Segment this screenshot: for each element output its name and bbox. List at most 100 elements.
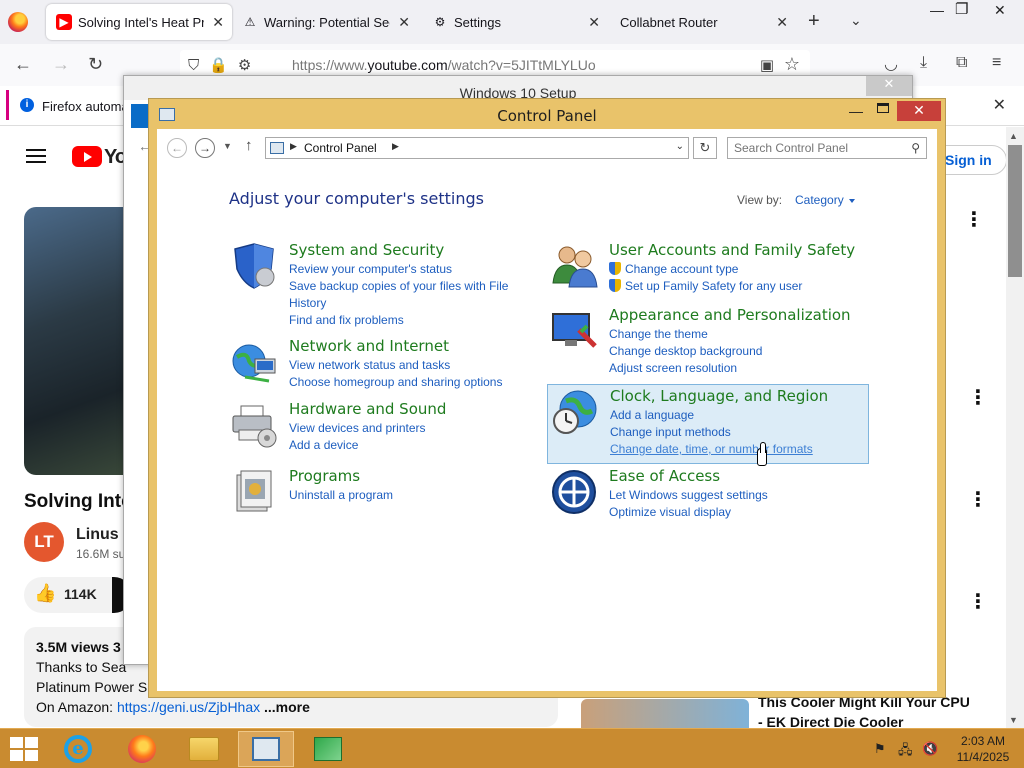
bookmark-star-icon[interactable]: ☆ (784, 54, 800, 75)
up-arrow-icon[interactable]: ↑ (245, 137, 253, 154)
firefox-logo-icon[interactable] (8, 12, 28, 32)
refresh-button[interactable]: ↻ (693, 137, 717, 159)
tab-settings[interactable]: ⚙ Settings ✕ (422, 4, 608, 40)
system-clock[interactable]: 2:03 AM 11/4/2025 (950, 733, 1016, 765)
search-box[interactable]: ⚲ (727, 137, 927, 159)
tab-collabnet-router[interactable]: Collabnet Router ✕ (610, 4, 796, 40)
recent-locations-icon[interactable]: ▼ (223, 141, 232, 151)
chevron-down-icon[interactable]: ⌄ (676, 141, 684, 152)
category-link[interactable]: Add a device (289, 437, 519, 454)
download-icon[interactable]: ⤓ (920, 54, 927, 72)
category-link[interactable]: Find and fix problems (289, 312, 519, 329)
taskbar-control-panel[interactable] (238, 731, 294, 767)
volume-muted-icon[interactable]: 🔇 (922, 741, 938, 757)
picture-in-picture-icon[interactable]: ▣ (760, 56, 774, 74)
taskbar-firefox[interactable] (114, 731, 170, 767)
category-title[interactable]: Clock, Language, and Region (610, 387, 828, 405)
users-icon[interactable] (549, 241, 599, 291)
maximize-icon[interactable] (877, 103, 889, 113)
start-button[interactable] (10, 737, 40, 761)
show-more-link[interactable]: ...more (260, 699, 310, 715)
close-icon[interactable]: ✕ (776, 14, 788, 31)
more-options-icon[interactable]: ⋮ (968, 589, 988, 614)
monitor-paint-icon[interactable] (549, 306, 599, 356)
forward-arrow-icon[interactable]: → (195, 138, 215, 158)
hamburger-menu-icon[interactable] (26, 149, 46, 163)
channel-avatar[interactable]: LT (24, 522, 64, 562)
restore-icon[interactable]: ❐ (955, 0, 968, 18)
taskbar-windows-setup[interactable] (300, 731, 356, 767)
minimize-icon[interactable]: — (849, 103, 863, 119)
close-icon[interactable]: ✕ (993, 95, 1006, 115)
scrollbar-thumb[interactable] (1008, 145, 1022, 277)
close-icon[interactable]: ✕ (866, 76, 912, 96)
close-icon[interactable]: ✕ (212, 14, 224, 31)
address-bar[interactable]: ▶ Control Panel ▶ ⌄ (265, 137, 689, 159)
reload-icon[interactable]: ↻ (88, 54, 103, 75)
control-panel-window[interactable]: Control Panel — ✕ ← → ▼ ↑ ▶ Control Pane… (148, 98, 946, 698)
close-icon[interactable]: ✕ (994, 2, 1006, 19)
youtube-logo-icon[interactable] (72, 146, 102, 167)
taskbar-internet-explorer[interactable]: e (50, 731, 106, 767)
search-input[interactable] (734, 141, 904, 155)
network-globe-icon[interactable] (229, 337, 279, 387)
view-by-dropdown[interactable]: Category (795, 193, 855, 207)
category-link[interactable]: Change date, time, or number formats (610, 441, 840, 458)
category-clock-language-and-region[interactable]: Clock, Language, and Region Add a langua… (547, 384, 869, 464)
clock-globe-icon[interactable] (550, 387, 600, 437)
more-options-icon[interactable]: ⋮ (968, 487, 988, 512)
taskbar-file-explorer[interactable] (176, 731, 232, 767)
category-link[interactable]: Choose homegroup and sharing options (289, 374, 519, 391)
category-link[interactable]: Change input methods (610, 424, 840, 441)
category-title[interactable]: Appearance and Personalization (609, 306, 851, 324)
close-icon[interactable]: ✕ (588, 14, 600, 31)
network-icon[interactable]: 🖧 (898, 741, 913, 763)
scroll-up-icon[interactable]: ▲ (1009, 131, 1018, 141)
site-security-icons[interactable]: ⛉🔒⚙ (188, 56, 261, 74)
tab-warning[interactable]: ⚠ Warning: Potential Secu ✕ (232, 4, 418, 40)
category-title[interactable]: Network and Internet (289, 337, 449, 355)
category-link[interactable]: Change account type (609, 261, 839, 278)
category-link[interactable]: Add a language (610, 407, 840, 424)
url-text[interactable]: https://www.youtube.com/watch?v=5JITtMLY… (292, 57, 596, 73)
chevron-right-icon[interactable]: ▶ (392, 141, 399, 152)
close-icon[interactable]: ✕ (398, 14, 410, 31)
category-link[interactable]: View network status and tasks (289, 357, 519, 374)
category-link[interactable]: Change the theme (609, 326, 839, 343)
category-link[interactable]: Change desktop background (609, 343, 839, 360)
action-center-flag-icon[interactable]: ⚑ (874, 741, 886, 757)
category-link[interactable]: Adjust screen resolution (609, 360, 839, 377)
category-link[interactable]: Let Windows suggest settings (609, 487, 839, 504)
category-link[interactable]: Save backup copies of your files with Fi… (289, 278, 519, 312)
window-title-bar[interactable]: Control Panel — ✕ (149, 99, 945, 129)
category-link[interactable]: View devices and printers (289, 420, 519, 437)
pocket-icon[interactable]: ◡ (884, 54, 898, 74)
ease-of-access-icon[interactable] (549, 467, 599, 517)
back-arrow-icon[interactable]: ← (14, 54, 32, 75)
recommended-video-title[interactable]: This Cooler Might Kill Your CPU - EK Dir… (758, 692, 978, 732)
new-tab-icon[interactable]: + (808, 10, 820, 33)
category-link[interactable]: Optimize visual display (609, 504, 839, 521)
like-button[interactable]: 👍 114K (24, 577, 114, 613)
category-title[interactable]: System and Security (289, 241, 444, 259)
category-link[interactable]: Review your computer's status (289, 261, 519, 278)
category-link[interactable]: Uninstall a program (289, 487, 519, 504)
category-title[interactable]: Programs (289, 467, 360, 485)
breadcrumb[interactable]: Control Panel (304, 141, 377, 155)
chevron-right-icon[interactable]: ▶ (290, 141, 297, 152)
category-title[interactable]: User Accounts and Family Safety (609, 241, 855, 259)
programs-icon[interactable] (229, 467, 279, 517)
description-link[interactable]: https://geni.us/ZjbHhax (117, 699, 260, 715)
more-options-icon[interactable]: ⋮ (968, 385, 988, 410)
scroll-down-icon[interactable]: ▼ (1009, 715, 1018, 725)
search-icon[interactable]: ⚲ (911, 141, 920, 155)
forward-arrow-icon[interactable]: → (52, 54, 70, 75)
category-title[interactable]: Hardware and Sound (289, 400, 446, 418)
recommended-video-thumbnail[interactable] (581, 699, 749, 729)
tab-youtube[interactable]: ▶ Solving Intel's Heat Prob ✕ (46, 4, 232, 40)
shield-icon[interactable] (229, 241, 279, 291)
minimize-icon[interactable]: — (930, 2, 944, 18)
back-arrow-icon[interactable]: ← (167, 138, 187, 158)
category-title[interactable]: Ease of Access (609, 467, 720, 485)
printer-icon[interactable] (229, 400, 279, 450)
